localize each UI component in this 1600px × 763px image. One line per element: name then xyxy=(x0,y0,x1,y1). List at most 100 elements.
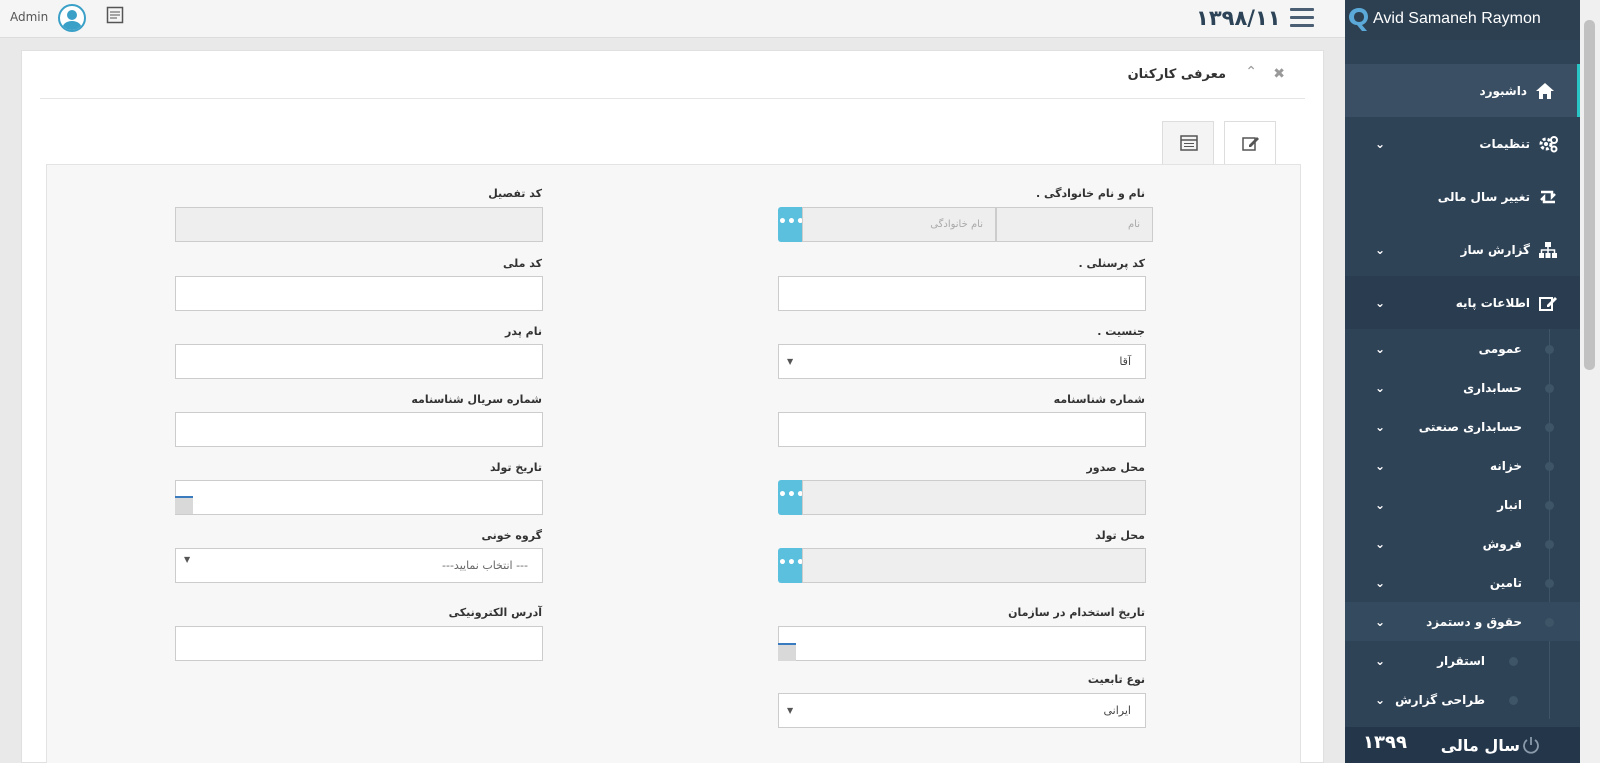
edit-icon xyxy=(1242,137,1259,151)
nationality-value: ایرانی xyxy=(1103,704,1131,717)
chevron-down-icon: ⌄ xyxy=(1375,341,1386,356)
chevron-down-icon: ⌄ xyxy=(1375,575,1386,590)
fiscal-year-value[interactable]: ۱۳۹۹ xyxy=(1363,732,1407,753)
issue-place-lookup-button[interactable]: ••• xyxy=(778,480,805,515)
gender-label: جنسیت . xyxy=(1097,325,1145,338)
hire-date-label: تاریخ استخدام در سازمان xyxy=(1008,606,1145,619)
blood-group-value: --- انتخاب نمایید--- xyxy=(442,559,528,572)
father-name-field[interactable] xyxy=(175,344,543,379)
birth-cert-serial-field[interactable] xyxy=(175,412,543,447)
page-scrollbar[interactable] xyxy=(1580,0,1600,763)
sidebar-subitem-sales[interactable]: فروش ⌄ xyxy=(1345,524,1580,563)
nationality-label: نوع تابعیت xyxy=(1087,673,1145,686)
page-title: معرفی کارکنان xyxy=(1127,67,1226,82)
hire-date-field[interactable] xyxy=(778,626,1146,661)
email-field[interactable] xyxy=(175,626,543,661)
last-name-field[interactable]: نام خانوادگی xyxy=(802,207,996,242)
sidebar-subitem-label: حقوق و دستمزد xyxy=(1426,614,1522,629)
sidebar-item-label: داشبورد xyxy=(1479,83,1527,98)
lookup-button[interactable]: ••• xyxy=(778,207,805,242)
personnel-code-label: کد پرسنلی . xyxy=(1078,257,1146,270)
edit-icon xyxy=(1539,296,1557,311)
dropdown-arrow-icon: ▼ xyxy=(787,357,794,366)
sidebar-subitem-label: انبار xyxy=(1497,497,1522,512)
father-name-label: نام پدر xyxy=(505,325,542,338)
sidebar-item-settings[interactable]: تنظیمات ⌄ xyxy=(1345,117,1580,170)
sidebar-subitem-general[interactable]: عمومی ⌄ xyxy=(1345,329,1580,368)
birth-place-field[interactable] xyxy=(802,548,1146,583)
current-date: ۱۳۹۸/۱۱ xyxy=(1196,6,1281,30)
national-code-field[interactable] xyxy=(175,276,543,311)
sidebar-subitem-label: خزانه xyxy=(1489,458,1522,473)
notes-icon[interactable] xyxy=(106,6,124,24)
birth-date-label: تاریخ تولد xyxy=(490,461,542,474)
hamburger-menu-icon[interactable] xyxy=(1290,8,1314,28)
fiscal-year-label: سال مالی xyxy=(1440,735,1520,755)
tab-list[interactable] xyxy=(1162,121,1214,164)
sidebar-item-dashboard[interactable]: داشبورد xyxy=(1345,64,1580,117)
issue-place-field[interactable] xyxy=(802,480,1146,515)
sidebar-subitem-payroll[interactable]: حقوق و دستمزد ⌄ xyxy=(1345,602,1580,641)
power-icon[interactable] xyxy=(1522,736,1540,754)
user-avatar-icon[interactable] xyxy=(58,4,86,32)
birth-cert-no-field[interactable] xyxy=(778,412,1146,447)
chevron-down-icon: ⌄ xyxy=(1375,295,1386,310)
sidebar-item-report-builder[interactable]: گزارش ساز ⌄ xyxy=(1345,223,1580,276)
tab-edit[interactable] xyxy=(1224,121,1276,164)
birth-cert-no-label: شماره شناسنامه xyxy=(1053,393,1145,406)
birth-place-lookup-button[interactable]: ••• xyxy=(778,548,805,583)
sidebar-subitem-label: فروش xyxy=(1482,536,1522,551)
sidebar-item-label: تغییر سال مالی xyxy=(1437,189,1530,204)
last-name-placeholder: نام خانوادگی xyxy=(930,219,983,230)
detail-code-field[interactable] xyxy=(175,207,543,242)
user-name[interactable]: Admin xyxy=(10,10,48,24)
sitemap-icon xyxy=(1539,241,1557,258)
calendar-icon[interactable] xyxy=(175,496,193,514)
sidebar-subitem-supply[interactable]: تامین ⌄ xyxy=(1345,563,1580,602)
sidebar-subitem-industrial-accounting[interactable]: حسابداری صنعتی ⌄ xyxy=(1345,407,1580,446)
blood-group-select[interactable]: --- انتخاب نمایید--- ▼ xyxy=(175,548,543,583)
sidebar-item-base-info[interactable]: اطلاعات پایه ⌄ xyxy=(1345,276,1580,329)
blood-group-label: گروه خونی xyxy=(481,529,542,542)
retweet-icon xyxy=(1540,190,1556,203)
employee-panel: ✖ ⌃ معرفی کارکنان نام و نام خانوادگی . •… xyxy=(21,50,1324,763)
birth-cert-serial-label: شماره سریال شناسنامه xyxy=(411,393,542,406)
collapse-icon[interactable]: ⌃ xyxy=(1245,64,1257,80)
birth-place-label: محل تولد xyxy=(1095,529,1145,542)
first-name-field[interactable]: نام xyxy=(996,207,1153,242)
sidebar-subitem-label: حسابداری xyxy=(1463,380,1522,395)
sidebar-submenu: عمومی ⌄ حسابداری ⌄ حسابداری صنعتی ⌄ خزانه ⌄ … xyxy=(1345,329,1580,719)
calendar-icon[interactable] xyxy=(778,643,796,661)
detail-code-label: کد تفصیل xyxy=(488,187,542,200)
dropdown-arrow-icon: ▼ xyxy=(184,555,191,564)
sidebar-subitem-treasury[interactable]: خزانه ⌄ xyxy=(1345,446,1580,485)
chevron-down-icon: ⌄ xyxy=(1375,536,1386,551)
chevron-down-icon: ⌄ xyxy=(1375,497,1386,512)
sidebar-subitem-report-design[interactable]: طراحی گزارش ⌄ xyxy=(1345,680,1580,719)
sidebar: Avid Samaneh Raymon داشبورد تنظیمات ⌄ تغ… xyxy=(1345,0,1580,763)
nationality-select[interactable]: ایرانی ▼ xyxy=(778,693,1146,728)
sidebar-footer: سال مالی ۱۳۹۹ xyxy=(1345,727,1580,763)
gender-value: آقا xyxy=(1119,355,1131,368)
sidebar-subitem-warehouse[interactable]: انبار ⌄ xyxy=(1345,485,1580,524)
top-bar: Admin ۱۳۹۸/۱۱ xyxy=(0,0,1345,38)
dropdown-arrow-icon: ▼ xyxy=(787,706,794,715)
sidebar-item-label: تنظیمات xyxy=(1479,136,1530,151)
full-name-label: نام و نام خانوادگی . xyxy=(1035,187,1145,200)
sidebar-subitem-deployment[interactable]: استقرار ⌄ xyxy=(1345,641,1580,680)
gender-select[interactable]: آقا ▼ xyxy=(778,344,1146,379)
close-icon[interactable]: ✖ xyxy=(1273,66,1285,82)
gears-icon xyxy=(1539,135,1558,152)
sidebar-subitem-accounting[interactable]: حسابداری ⌄ xyxy=(1345,368,1580,407)
sidebar-subitem-label: عمومی xyxy=(1478,341,1522,356)
sidebar-item-label: گزارش ساز xyxy=(1460,242,1530,257)
personnel-code-field[interactable] xyxy=(778,276,1146,311)
national-code-label: کد ملی xyxy=(502,257,542,270)
chevron-down-icon: ⌄ xyxy=(1375,380,1386,395)
first-name-placeholder: نام xyxy=(1127,219,1140,230)
birth-date-field[interactable] xyxy=(175,480,543,515)
chevron-down-icon: ⌄ xyxy=(1375,614,1386,629)
email-label: آدرس الکترونیکی xyxy=(448,606,542,619)
sidebar-item-change-fiscal-year[interactable]: تغییر سال مالی xyxy=(1345,170,1580,223)
chevron-down-icon: ⌄ xyxy=(1375,136,1386,151)
